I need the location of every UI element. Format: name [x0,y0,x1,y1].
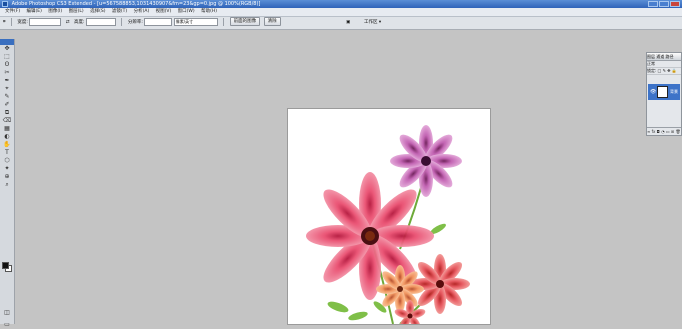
purple-flower [390,125,462,197]
swap-icon[interactable]: ⇄ [66,20,70,25]
window-controls [648,1,680,7]
heal-tool-icon[interactable]: ⌖ [2,85,12,93]
resolution-label: 分辨率: [127,20,143,25]
red-flower [410,254,470,314]
menu-item-filter[interactable]: 滤镜(T) [112,8,127,16]
photoshop-logo-icon [2,1,8,7]
menu-item-edit[interactable]: 编辑(E) [27,8,42,16]
width-label: 宽度: [17,20,28,25]
clone-stamp-tool-icon[interactable]: ⧉ [2,109,12,117]
menu-item-view[interactable]: 视图(V) [156,8,172,16]
marquee-tool-icon[interactable]: ⬚ [2,53,12,61]
lasso-tool-icon[interactable]: ʘ [2,61,12,69]
crop-tool-icon[interactable]: ⌗ [3,20,6,25]
peach-flower [376,265,424,313]
width-input[interactable] [29,17,62,26]
eraser-tool-icon[interactable]: ⌫ [2,117,12,125]
pen-tool-icon[interactable]: ✒ [2,77,12,85]
clear-button[interactable]: 清除 [263,17,281,26]
menu-item-analysis[interactable]: 分析(A) [134,8,150,16]
eyedropper-tool-icon[interactable]: ⊕ [2,173,12,181]
crop-tool-icon[interactable]: ✂ [2,69,12,77]
separator [223,17,225,26]
foreground-color-swatch[interactable] [2,262,9,269]
options-bar: ⌗ 宽度: ⇄ 高度: 分辨率: 像素/英寸 前面的图像 清除 ▣ 工作区 ▾ [0,17,682,30]
screen-mode-icon[interactable]: ▭ [2,321,12,329]
blend-mode-select[interactable]: 正常 [647,61,681,68]
separator [121,17,123,26]
dodge-tool-icon[interactable]: ◐ [2,133,12,141]
pencil-tool-icon[interactable]: ✐ [2,101,12,109]
toolbox: ✥ ⬚ ʘ ✂ ✒ ⌖ ✎ ✐ ⧉ ⌫ ▦ ◐ ✋ T ⬡ ✦ ⊕ ⌕ ◫ ▭ [0,39,15,328]
hand-tool-icon[interactable]: ✋ [2,141,12,149]
menu-item-layer[interactable]: 图层(L) [69,8,84,16]
menu-item-image[interactable]: 图像(I) [48,8,62,16]
move-tool-icon[interactable]: ✥ [2,45,12,53]
path-select-tool-icon[interactable]: ✦ [2,165,12,173]
menu-item-file[interactable]: 文件(F) [5,8,20,16]
resolution-input[interactable] [144,17,173,26]
eye-icon[interactable]: 👁 [650,89,656,95]
brush-tool-icon[interactable]: ✎ [2,93,12,101]
layer-thumbnail [657,86,668,98]
type-tool-icon[interactable]: T [2,149,12,157]
front-image-button[interactable]: 前面的图像 [229,17,261,26]
menu-item-window[interactable]: 窗口(W) [178,8,195,16]
minimize-icon[interactable] [648,1,658,7]
gradient-tool-icon[interactable]: ▦ [2,125,12,133]
layers-panel-footer[interactable]: ∞ fx ◘ ◔ ▭ ⊞ 🗑 [647,127,681,135]
shape-tool-icon[interactable]: ⬡ [2,157,12,165]
height-label: 高度: [74,20,85,25]
quick-mask-icon[interactable]: ◫ [2,309,12,317]
window-title: Adobe Photoshop CS3 Extended - [u=567588… [11,1,261,7]
workspace-menu[interactable]: 工作区 ▾ [364,17,381,29]
menu-item-help[interactable]: 帮助(H) [201,8,217,16]
workspace-icon[interactable]: ▣ [346,17,350,29]
resolution-unit-select[interactable]: 像素/英寸 [173,17,218,26]
separator [10,17,12,26]
layer-name[interactable]: 背景 [670,89,678,95]
zoom-tool-icon[interactable]: ⌕ [2,181,12,189]
menu-bar: 文件(F) 编辑(E) 图像(I) 图层(L) 选择(S) 滤镜(T) 分析(A… [0,8,682,17]
height-input[interactable] [86,17,117,26]
layer-row-background[interactable]: 👁 背景 [648,84,680,100]
layers-panel: 图层 通道 路径 正常 锁定: □ ✎ ✥ 🔒 👁 背景 ∞ fx ◘ ◔ ▭ … [646,52,682,136]
title-bar: Adobe Photoshop CS3 Extended - [u=567588… [0,0,682,8]
flower-illustration [306,125,470,329]
menu-item-select[interactable]: 选择(S) [90,8,105,16]
image-canvas[interactable] [288,109,490,329]
layers-panel-tabs[interactable]: 图层 通道 路径 [647,53,681,61]
maximize-icon[interactable] [659,1,669,7]
close-icon[interactable] [670,1,680,7]
lock-row[interactable]: 锁定: □ ✎ ✥ 🔒 [647,68,681,75]
